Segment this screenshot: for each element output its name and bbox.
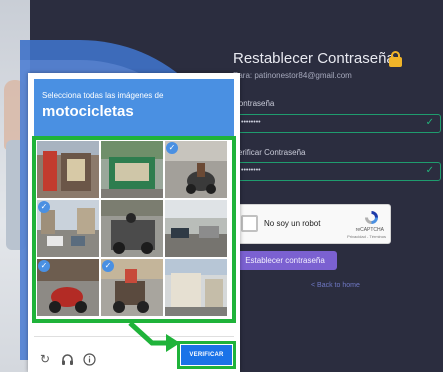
recaptcha-brand: reCAPTCHA (355, 227, 384, 233)
image-tile[interactable]: ✓ (37, 200, 99, 257)
checkmark-icon: ✓ (425, 117, 434, 128)
headphones-icon[interactable] (60, 352, 74, 366)
selected-check-icon: ✓ (102, 260, 114, 272)
recaptcha-logo-icon (365, 211, 378, 224)
image-tile[interactable]: ✓ (165, 141, 227, 198)
not-robot-checkbox[interactable] (241, 215, 258, 232)
selected-check-icon: ✓ (38, 201, 50, 213)
tile-road-cars-image (165, 200, 227, 257)
captcha-target: motocicletas (42, 103, 134, 120)
selected-check-icon: ✓ (166, 142, 178, 154)
recaptcha-terms[interactable]: Privacidad - Términos (347, 234, 386, 239)
tile-street-building-image (165, 259, 227, 316)
image-tile[interactable]: ✓ (101, 259, 163, 316)
tile-street-shop-image (101, 141, 163, 198)
checkmark-icon: ✓ (425, 165, 434, 176)
captcha-header: Selecciona todas las imágenes de motocic… (34, 79, 234, 140)
confirm-password-value: •••••••• (241, 167, 261, 174)
image-tile[interactable] (101, 200, 163, 257)
back-to-home-link[interactable]: < Back to home (311, 282, 360, 289)
password-value: •••••••• (241, 119, 261, 126)
verify-button[interactable]: VERIFICAR (181, 345, 232, 365)
reload-icon[interactable]: ↻ (38, 352, 52, 366)
set-password-button[interactable]: Establecer contraseña (233, 251, 337, 270)
selected-check-icon: ✓ (38, 260, 50, 272)
confirm-password-label: Verificar Contraseña (233, 148, 306, 157)
lock-icon (389, 51, 402, 67)
image-tile[interactable] (101, 141, 163, 198)
image-tile[interactable]: ✓ (37, 259, 99, 316)
tile-motorcycle-riders-image (101, 200, 163, 257)
recaptcha-widget: No soy un robot reCAPTCHA Privacidad - T… (233, 204, 391, 244)
footer-divider (34, 336, 234, 337)
tile-storefront-image (37, 141, 99, 198)
not-robot-label: No soy un robot (264, 219, 321, 228)
confirm-password-field[interactable]: •••••••• ✓ (231, 162, 441, 181)
email-subtitle: Para: patinonestor84@gmail.com (233, 71, 352, 80)
image-tile[interactable] (165, 200, 227, 257)
image-tile[interactable] (37, 141, 99, 198)
page-title: Restablecer Contraseña (233, 50, 395, 67)
image-tile[interactable] (165, 259, 227, 316)
password-field[interactable]: •••••••• ✓ (231, 114, 441, 133)
captcha-instruction: Selecciona todas las imágenes de (42, 91, 164, 100)
captcha-challenge-popup: Selecciona todas las imágenes de motocic… (28, 73, 240, 372)
info-icon[interactable] (82, 352, 96, 366)
